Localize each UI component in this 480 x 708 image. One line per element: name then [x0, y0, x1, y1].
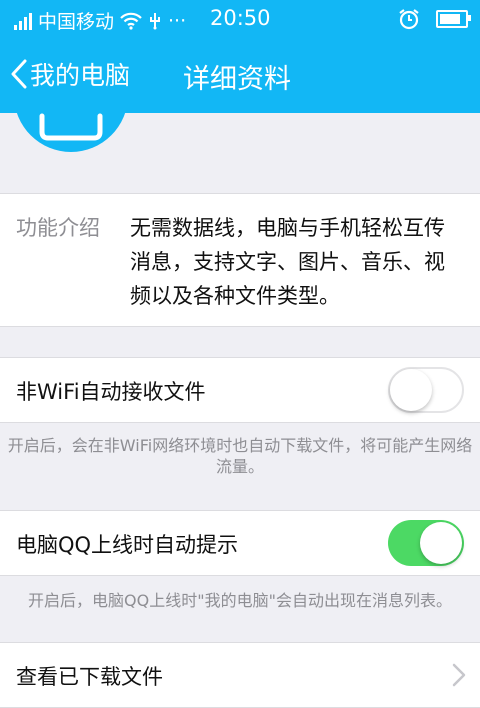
page-title: 详细资料	[183, 64, 291, 95]
alarm-clock-icon	[399, 9, 419, 30]
intro-section: 功能介绍 无需数据线，电脑与手机轻松互传消息，支持文字、图片、音乐、视频以及各种…	[0, 193, 480, 327]
wifi-icon	[120, 12, 142, 30]
battery-icon	[436, 10, 471, 28]
downloaded-files-label: 查看已下载文件	[16, 665, 163, 689]
toggle-knob	[420, 522, 462, 564]
back-button[interactable]: 我的电脑	[10, 56, 130, 92]
status-right	[398, 8, 471, 30]
avatar	[14, 113, 128, 152]
chevron-left-icon	[11, 59, 27, 89]
intro-text: 无需数据线，电脑与手机轻松互传消息，支持文字、图片、音乐、视频以及各种文件类型。	[130, 216, 445, 308]
nav-bar: 我的电脑 详细资料	[0, 38, 480, 113]
wifi-auto-receive-note: 开启后，会在非WiFi网络环境时也自动下载文件，将可能产生网络流量。	[7, 436, 473, 476]
status-left: 中国移动 ···	[14, 7, 186, 34]
downloaded-files-row[interactable]: 查看已下载文件	[0, 642, 480, 708]
signal-icon	[14, 12, 32, 30]
status-extra: ···	[168, 9, 187, 32]
toggle-knob	[390, 369, 432, 411]
status-bar: 中国移动 ··· 20:50	[0, 0, 480, 38]
intro-label: 功能介绍	[16, 216, 100, 240]
back-label: 我的电脑	[30, 61, 131, 90]
battery-fill	[440, 14, 460, 24]
status-time: 20:50	[210, 6, 271, 30]
qq-online-alert-label: 电脑QQ上线时自动提示	[16, 533, 239, 557]
usb-icon	[150, 12, 161, 29]
wifi-auto-receive-row[interactable]: 非WiFi自动接收文件	[0, 357, 480, 423]
wifi-auto-receive-label: 非WiFi自动接收文件	[16, 380, 206, 404]
wifi-auto-receive-toggle[interactable]	[388, 367, 464, 413]
avatar-area	[0, 113, 480, 193]
qq-online-alert-note: 开启后，电脑QQ上线时"我的电脑"会自动出现在消息列表。	[28, 591, 452, 610]
carrier-name: 中国移动	[38, 11, 115, 33]
qq-online-alert-toggle[interactable]	[388, 520, 464, 566]
computer-icon	[39, 113, 103, 141]
chevron-right-icon	[452, 663, 466, 687]
qq-online-alert-row[interactable]: 电脑QQ上线时自动提示	[0, 510, 480, 576]
